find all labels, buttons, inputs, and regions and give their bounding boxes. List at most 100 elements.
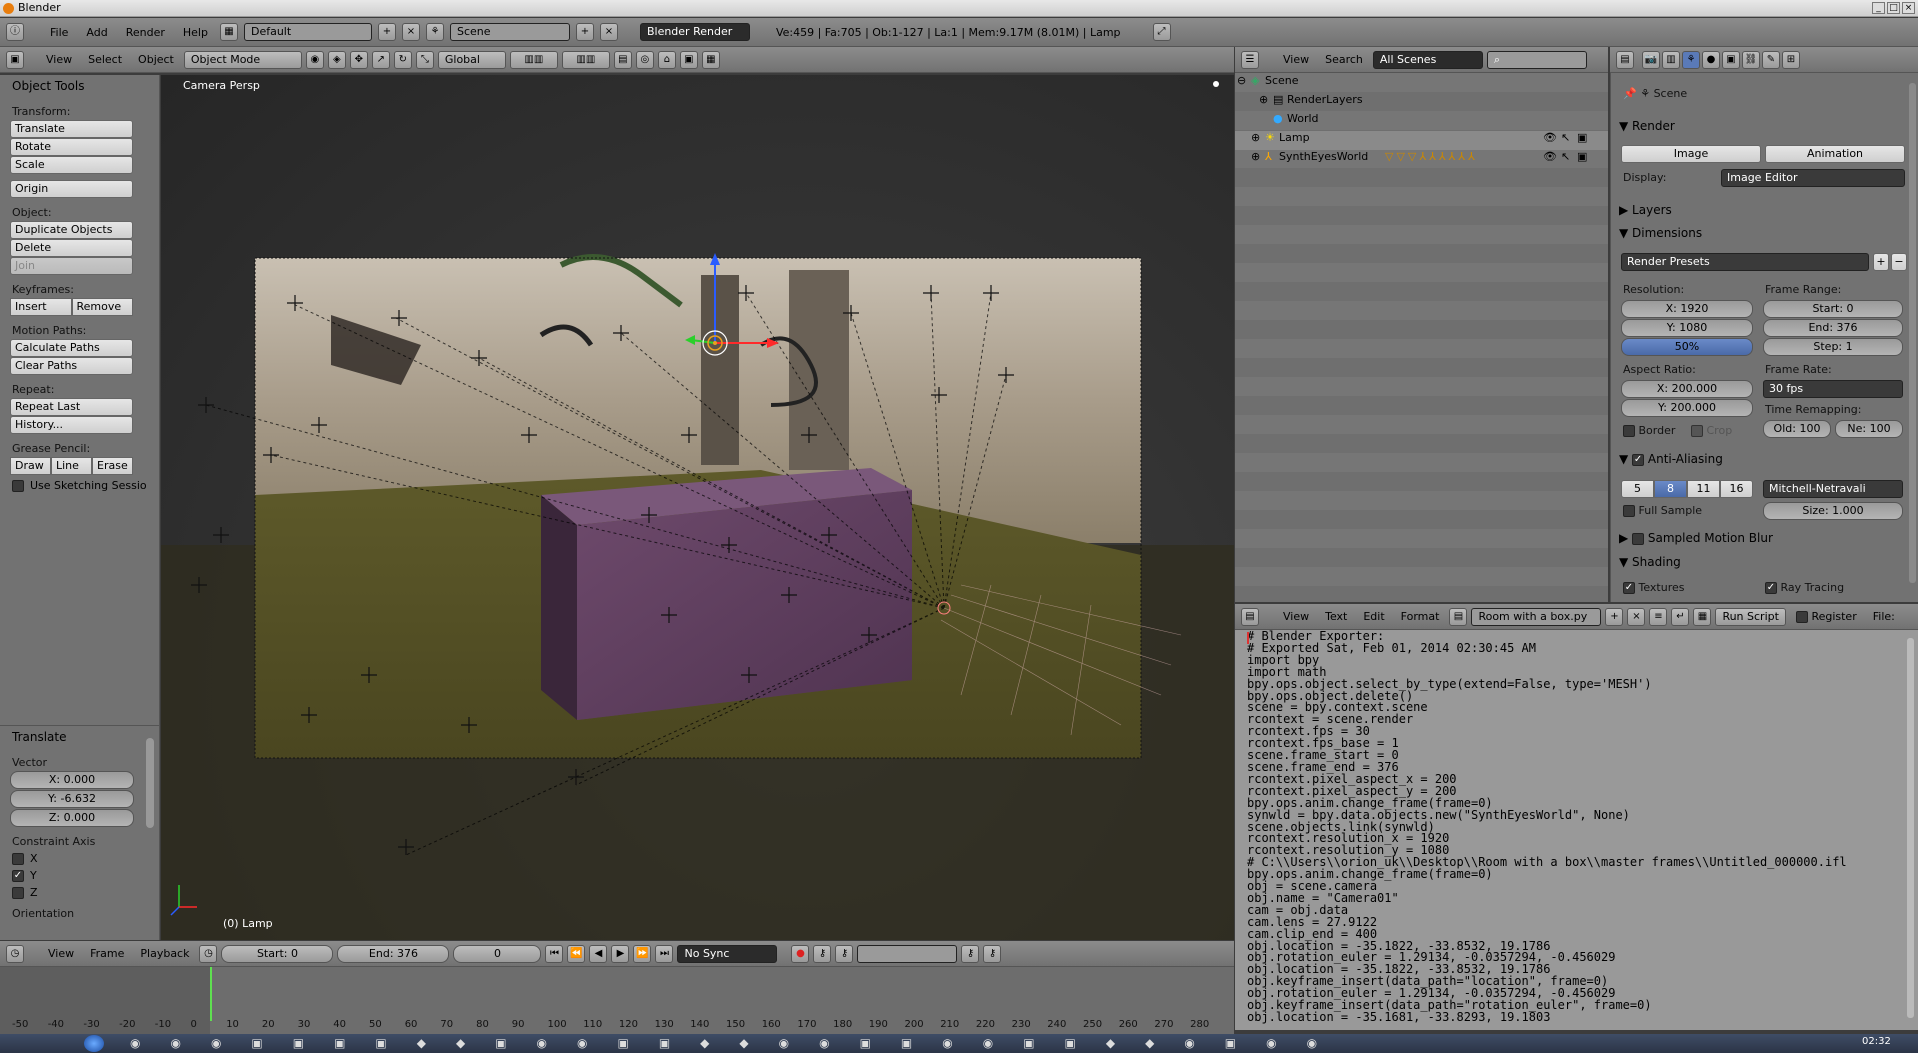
keying-icon[interactable]: ⚷ — [835, 944, 854, 963]
menu-view[interactable]: View — [1277, 610, 1315, 623]
aa-samples-8[interactable]: 8 — [1654, 480, 1687, 498]
remove-scene-icon[interactable]: × — [599, 23, 618, 41]
pin-icon[interactable]: 📌 — [1623, 87, 1637, 100]
resolution-y-field[interactable]: Y: 1080 — [1621, 319, 1753, 337]
menu-add[interactable]: Add — [80, 26, 113, 39]
dimensions-section[interactable]: ▼ Dimensions — [1619, 226, 1702, 240]
orientation-dropdown[interactable]: Global — [437, 50, 506, 69]
resolution-percent-field[interactable]: 50% — [1621, 338, 1753, 356]
editor-type-icon[interactable]: ▤ — [1241, 607, 1259, 626]
eye-icon[interactable]: 👁 — [1543, 150, 1557, 163]
calculate-paths-button[interactable]: Calculate Paths — [10, 339, 133, 357]
remove-preset-button[interactable]: − — [1891, 253, 1907, 271]
render-animation-button[interactable]: Animation — [1765, 145, 1905, 163]
text-browse-icon[interactable]: ▤ — [1449, 607, 1468, 626]
search-input[interactable]: ⌕ — [1486, 50, 1587, 69]
keying-set-icon[interactable]: ⚷ — [813, 944, 832, 963]
timeline-body[interactable]: -50 -40 -30 -20 -10 0 10 20 30 40 50 60 70 80 90 100 110… — [0, 967, 1234, 1034]
aspect-y-field[interactable]: Y: 200.000 — [1621, 399, 1753, 417]
sketching-checkbox[interactable]: Use Sketching Sessio — [12, 479, 159, 492]
insert-keyframe-icon[interactable]: ⚷ — [961, 944, 980, 963]
object-tools-title[interactable]: Object Tools — [12, 79, 159, 97]
proportional-edit-icon[interactable]: ◎ — [635, 50, 654, 69]
outliner-item-world[interactable]: ● World — [1235, 112, 1608, 131]
duplicate-objects-button[interactable]: Duplicate Objects — [10, 221, 133, 239]
properties-scrollbar[interactable] — [1909, 83, 1916, 583]
word-wrap-icon[interactable]: ↵ — [1671, 607, 1690, 626]
menu-view[interactable]: View — [42, 947, 80, 960]
repeat-last-button[interactable]: Repeat Last — [10, 398, 133, 416]
syntax-highlight-icon[interactable]: ▦ — [1693, 607, 1712, 626]
lock-layers-icon[interactable]: ▤ — [613, 50, 632, 69]
editor-type-icon[interactable]: ☰ — [1241, 50, 1259, 69]
full-sample-checkbox[interactable]: Full Sample — [1623, 504, 1702, 517]
menu-playback[interactable]: Playback — [134, 947, 195, 960]
vector-z-field[interactable]: Z: 0.000 — [10, 809, 134, 827]
clear-paths-button[interactable]: Clear Paths — [10, 357, 133, 375]
constraint-z-checkbox[interactable]: Z — [12, 886, 160, 899]
aa-samples-11[interactable]: 11 — [1687, 480, 1720, 498]
menu-help[interactable]: Help — [177, 26, 214, 39]
line-numbers-icon[interactable]: ≡ — [1649, 607, 1668, 626]
render-section[interactable]: ▼ Render — [1619, 119, 1675, 133]
keying-set-field[interactable] — [857, 944, 958, 963]
frame-end-field[interactable]: End: 376 — [1763, 319, 1903, 337]
menu-search[interactable]: Search — [1319, 53, 1369, 66]
textures-checkbox[interactable]: ✓ Textures — [1623, 581, 1685, 594]
add-layout-icon[interactable]: + — [377, 23, 396, 41]
operator-scrollbar[interactable] — [146, 738, 154, 828]
maximize-button[interactable]: □ — [1887, 2, 1900, 14]
data-tab-icon[interactable]: ⊞ — [1782, 50, 1800, 69]
menu-format[interactable]: Format — [1395, 610, 1446, 623]
editor-type-icon[interactable]: ◷ — [6, 944, 24, 963]
rotate-button[interactable]: Rotate — [10, 138, 133, 156]
scene-icon[interactable]: ⚘ — [425, 23, 444, 41]
outliner-item-syntheyesworld[interactable]: ⊕ ⅄ SynthEyesWorld ▽▽▽⅄⅄⅄⅄⅄⅄ 👁 ↖ ▣ — [1235, 150, 1608, 169]
snap-icon[interactable]: ⌂ — [657, 50, 676, 69]
origin-button[interactable]: Origin — [10, 180, 133, 198]
crop-checkbox[interactable]: Crop — [1691, 424, 1732, 437]
mode-dropdown[interactable]: Object Mode — [183, 50, 302, 69]
text-filename-field[interactable]: Room with a box.py — [1471, 607, 1602, 626]
pivot-icon[interactable]: ◈ — [327, 50, 346, 69]
playhead[interactable] — [210, 967, 212, 1021]
play-icon[interactable]: ▶ — [611, 944, 630, 963]
object-tab-icon[interactable]: ▣ — [1722, 50, 1740, 69]
render-presets-dropdown[interactable]: Render Presets — [1621, 253, 1869, 271]
vector-y-field[interactable]: Y: -6.632 — [10, 790, 134, 808]
menu-file[interactable]: File — [44, 26, 74, 39]
render-icon[interactable]: ▣ — [1577, 131, 1587, 144]
text-scrollbar[interactable] — [1907, 638, 1914, 1018]
new-text-icon[interactable]: + — [1605, 607, 1624, 626]
menu-select[interactable]: Select — [82, 53, 128, 66]
close-window-button[interactable]: × — [1902, 2, 1915, 14]
end-frame-field[interactable]: End: 376 — [337, 944, 450, 963]
add-preset-button[interactable]: + — [1873, 253, 1889, 271]
menu-view[interactable]: View — [40, 53, 78, 66]
scale-manipulator-icon[interactable]: ⤡ — [415, 50, 434, 69]
shading-section[interactable]: ▼ Shading — [1619, 555, 1681, 569]
filter-size-field[interactable]: Size: 1.000 — [1763, 502, 1903, 520]
remove-layout-icon[interactable]: × — [401, 23, 420, 41]
menu-edit[interactable]: Edit — [1357, 610, 1390, 623]
frame-start-field[interactable]: Start: 0 — [1763, 300, 1903, 318]
render-image-button[interactable]: Image — [1621, 145, 1761, 163]
history-button[interactable]: History... — [10, 416, 133, 434]
jump-next-key-icon[interactable]: ⏩ — [633, 944, 652, 963]
aspect-x-field[interactable]: X: 200.000 — [1621, 380, 1753, 398]
record-icon[interactable]: ● — [791, 944, 810, 963]
start-button[interactable] — [84, 1035, 104, 1052]
play-reverse-icon[interactable]: ◀ — [589, 944, 608, 963]
minimize-button[interactable]: _ — [1872, 2, 1885, 14]
outliner-item-lamp[interactable]: ⊕ ☀ Lamp 👁 ↖ ▣ — [1235, 131, 1608, 150]
frame-step-field[interactable]: Step: 1 — [1763, 338, 1903, 356]
text-editor-body[interactable]: # Blender Exporter: # Exported Sat, Feb … — [1235, 630, 1918, 1030]
taskbar-clock[interactable]: 02:32 — [1862, 1036, 1891, 1047]
add-scene-icon[interactable]: + — [575, 23, 594, 41]
translate-button[interactable]: Translate — [10, 120, 133, 138]
preview-range-icon[interactable]: ◷ — [199, 944, 218, 963]
draw-button[interactable]: Draw — [10, 457, 51, 475]
rotate-manipulator-icon[interactable]: ↻ — [393, 50, 412, 69]
scene-field[interactable]: Scene — [449, 23, 570, 41]
aa-samples-5[interactable]: 5 — [1621, 480, 1654, 498]
